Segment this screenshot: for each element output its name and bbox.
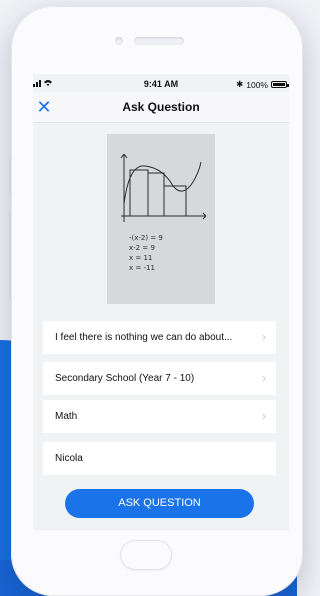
handwriting-line: x-2 = 9	[129, 244, 155, 252]
question-text-row[interactable]: I feel there is nothing we can do about.…	[43, 321, 276, 354]
navigation-bar: ✕ Ask Question	[33, 92, 289, 123]
phone-speaker	[134, 37, 184, 45]
handwriting-line: x = 11	[129, 254, 152, 262]
app-screen: 9:41 AM ✱ 100% ✕ Ask Question -(x-2) = 9…	[33, 74, 289, 530]
bluetooth-icon: ✱	[236, 79, 244, 89]
question-text: I feel there is nothing we can do about.…	[55, 332, 233, 343]
home-button[interactable]	[120, 540, 172, 570]
battery-icon	[271, 81, 289, 88]
name-field[interactable]: Nicola	[43, 442, 276, 475]
chevron-right-icon: ›	[262, 409, 266, 423]
ask-question-button[interactable]: ASK QUESTION	[65, 489, 254, 518]
subject: Math	[55, 411, 78, 422]
handwriting-line: x = -11	[129, 264, 155, 272]
status-bar: 9:41 AM ✱ 100%	[33, 74, 289, 92]
question-photo[interactable]: -(x-2) = 9 x-2 = 9 x = 11 x = -11	[107, 134, 215, 304]
page-title: Ask Question	[122, 100, 200, 114]
name-value: Nicola	[55, 453, 83, 464]
battery-percent: 100%	[246, 79, 268, 90]
handwritten-graph: -(x-2) = 9 x-2 = 9 x = 11 x = -11	[120, 153, 207, 272]
handwriting-line: -(x-2) = 9	[129, 234, 163, 242]
chevron-right-icon: ›	[262, 371, 266, 385]
subject-row[interactable]: Math ›	[43, 400, 276, 433]
school-level-row[interactable]: Secondary School (Year 7 - 10) ›	[43, 362, 276, 395]
chevron-right-icon: ›	[262, 330, 266, 344]
school-level: Secondary School (Year 7 - 10)	[55, 373, 195, 384]
status-right: ✱ 100%	[236, 79, 289, 90]
front-camera	[115, 37, 123, 45]
